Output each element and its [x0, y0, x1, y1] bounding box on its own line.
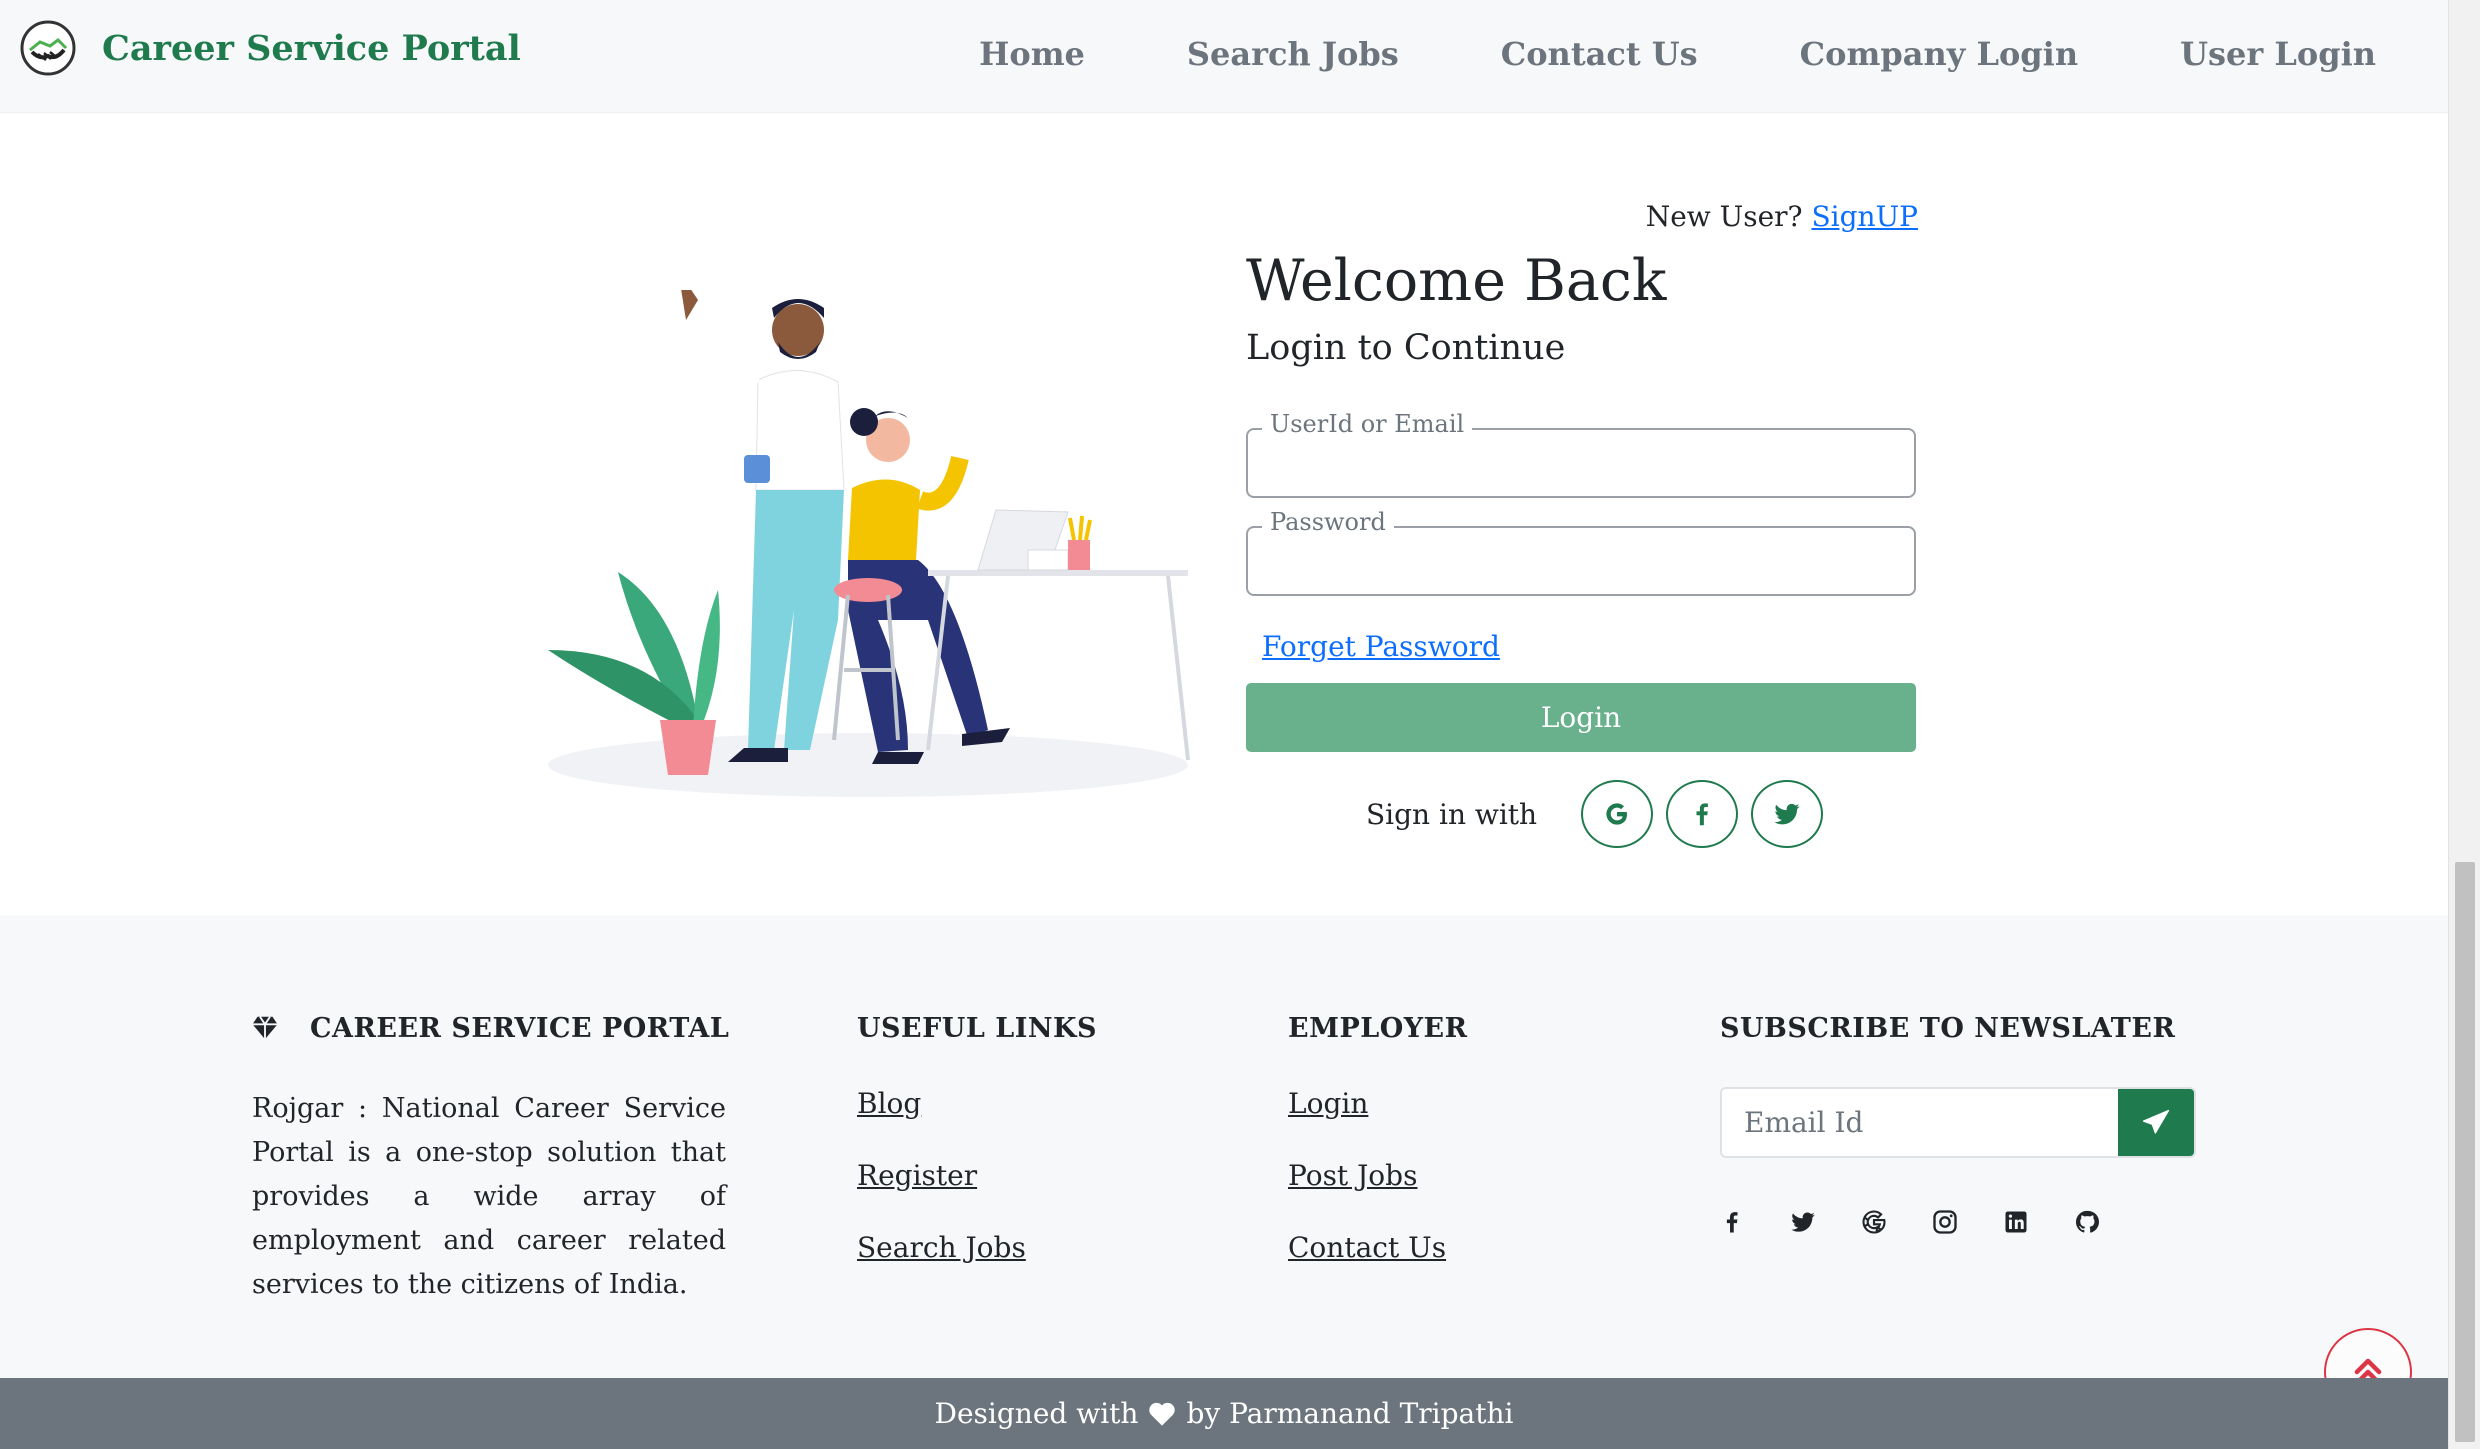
footer-link-contact-us[interactable]: Contact Us	[1288, 1231, 1446, 1264]
page-scrollbar[interactable]	[2448, 0, 2480, 1449]
footer-facebook-link[interactable]	[1718, 1205, 1789, 1239]
footer-twitter-link[interactable]	[1789, 1205, 1860, 1239]
newsletter-email-input[interactable]	[1722, 1089, 2118, 1156]
newsletter-send-button[interactable]	[2118, 1089, 2194, 1156]
credits-prefix: Designed with	[934, 1397, 1139, 1430]
userid-field: UserId or Email	[1246, 410, 1916, 498]
password-input[interactable]	[1248, 528, 1914, 594]
password-field-label: Password	[1262, 508, 1394, 536]
new-user-text: New User?	[1645, 200, 1803, 233]
navbar: Career Service Portal Home Search Jobs C…	[0, 0, 2448, 113]
footer: CAREER SERVICE PORTAL Rojgar : National …	[0, 915, 2448, 1378]
facebook-icon	[1726, 1212, 1738, 1233]
paper-plane-icon	[2142, 1109, 2170, 1134]
twitter-icon	[1774, 803, 1800, 825]
bottom-credits-bar: Designed with by Parmanand Tripathi	[0, 1378, 2448, 1449]
newsletter-heading: SUBSCRIBE TO NEWSLATER	[1720, 1013, 2176, 1044]
page-title: Welcome Back	[1246, 248, 1667, 314]
footer-about-text: Rojgar : National Career Service Portal …	[252, 1093, 726, 1300]
useful-links-heading: USEFUL LINKS	[857, 1013, 1097, 1044]
footer-link-register[interactable]: Register	[857, 1159, 977, 1192]
footer-brand-heading: CAREER SERVICE PORTAL	[310, 1013, 730, 1044]
footer-link-employer-login[interactable]: Login	[1288, 1087, 1368, 1120]
footer-linkedin-link[interactable]	[2002, 1205, 2073, 1239]
instagram-icon	[1933, 1210, 1957, 1234]
forget-password-link[interactable]: Forget Password	[1262, 630, 1500, 663]
nav-links: Home Search Jobs Contact Us Company Logi…	[928, 30, 2376, 78]
sign-in-with-label: Sign in with	[1366, 797, 1538, 831]
footer-link-blog[interactable]: Blog	[857, 1087, 921, 1120]
twitter-icon	[1791, 1212, 1815, 1232]
newsletter-form	[1720, 1087, 2196, 1158]
gem-icon	[252, 1016, 278, 1040]
nav-link-company-login[interactable]: Company Login	[1749, 30, 2129, 78]
linkedin-icon	[2005, 1211, 2027, 1233]
footer-instagram-link[interactable]	[1931, 1205, 2002, 1239]
footer-google-link[interactable]	[1860, 1205, 1931, 1239]
hero-illustration	[548, 290, 1190, 797]
social-signin-row: Sign in with	[1366, 780, 1836, 848]
password-field: Password	[1246, 508, 1916, 596]
footer-link-search-jobs[interactable]: Search Jobs	[857, 1231, 1026, 1264]
facebook-icon	[1696, 803, 1708, 826]
nav-link-search-jobs[interactable]: Search Jobs	[1136, 30, 1450, 78]
brand-logo-icon	[20, 20, 76, 76]
brand-title: Career Service Portal	[102, 27, 521, 69]
github-icon	[2075, 1210, 2099, 1233]
credits-suffix: by Parmanand Tripathi	[1186, 1397, 1514, 1430]
footer-social-links	[1718, 1205, 2144, 1239]
heart-icon	[1149, 1402, 1176, 1426]
nav-link-contact-us[interactable]: Contact Us	[1450, 30, 1749, 78]
google-signin-button[interactable]	[1581, 780, 1654, 848]
brand[interactable]: Career Service Portal	[20, 18, 521, 78]
footer-github-link[interactable]	[2073, 1205, 2144, 1239]
google-icon	[1862, 1210, 1886, 1234]
page-subtitle: Login to Continue	[1246, 328, 1566, 368]
nav-link-user-login[interactable]: User Login	[2129, 30, 2376, 78]
facebook-signin-button[interactable]	[1666, 780, 1739, 848]
google-icon	[1606, 803, 1628, 825]
login-button[interactable]: Login	[1246, 683, 1916, 752]
footer-link-post-jobs[interactable]: Post Jobs	[1288, 1159, 1417, 1192]
scrollbar-thumb[interactable]	[2455, 862, 2475, 1442]
userid-input[interactable]	[1248, 430, 1914, 496]
new-user-row: New User? SignUP	[1646, 200, 1918, 233]
signup-link[interactable]: SignUP	[1811, 200, 1918, 233]
nav-link-home[interactable]: Home	[928, 30, 1136, 78]
employer-heading: EMPLOYER	[1288, 1013, 1468, 1044]
twitter-signin-button[interactable]	[1751, 780, 1824, 848]
userid-field-label: UserId or Email	[1262, 410, 1473, 438]
